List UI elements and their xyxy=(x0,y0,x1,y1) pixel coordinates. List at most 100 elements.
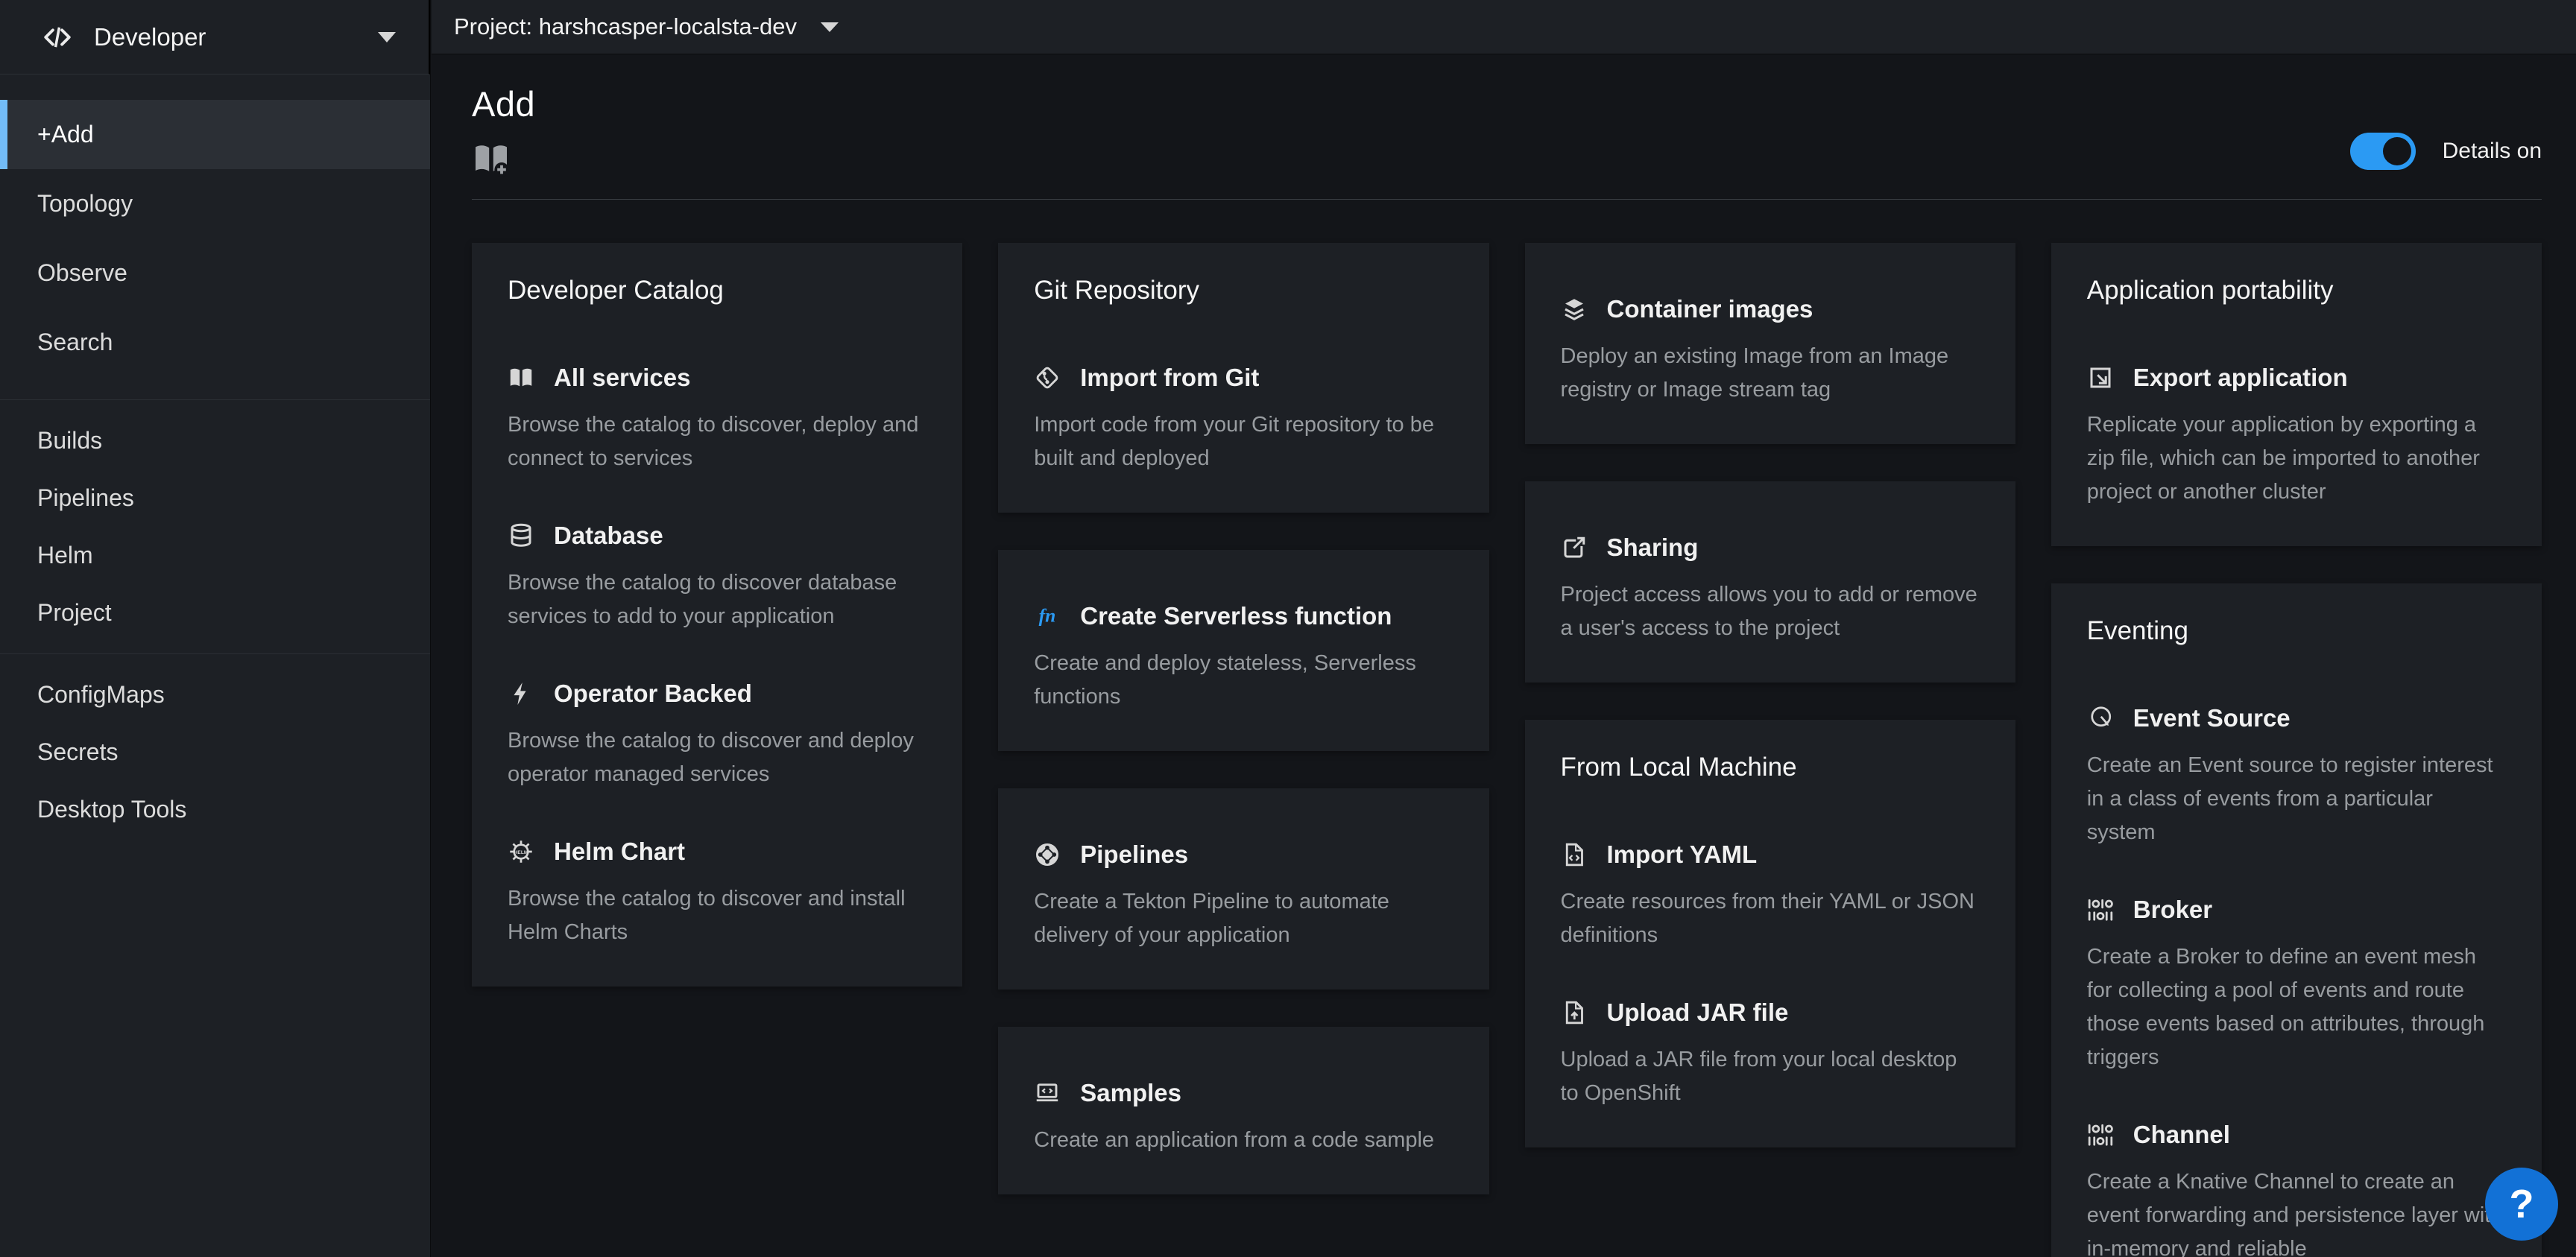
add-item-description: Deploy an existing Image from an Image r… xyxy=(1561,340,1980,407)
add-item-description: Browse the catalog to discover and insta… xyxy=(508,882,926,949)
bolt-icon xyxy=(508,680,534,707)
sidebar-item-builds[interactable]: Builds xyxy=(0,412,430,469)
card-title: Git Repository xyxy=(1034,276,1453,305)
sidebar-nav-group: ConfigMapsSecretsDesktop Tools xyxy=(0,653,430,850)
add-item-link-container-images[interactable]: Container images xyxy=(1561,295,1813,323)
add-item-link-create-serverless-function[interactable]: fn Create Serverless function xyxy=(1034,602,1392,630)
add-item-link-samples[interactable]: Samples xyxy=(1034,1079,1181,1107)
add-item-label: Broker xyxy=(2133,896,2212,924)
add-page: Add Details on Developer Catalog All serv… xyxy=(432,55,2576,1257)
add-item-link-import-yaml[interactable]: Import YAML xyxy=(1561,840,1758,869)
add-item-description: Create resources from their YAML or JSON… xyxy=(1561,885,1980,952)
add-item-helm-chart: HELM Helm Chart Browse the catalog to disc… xyxy=(508,838,926,949)
add-item-label: Pipelines xyxy=(1080,840,1188,869)
add-item-description: Create an Event source to register inter… xyxy=(2087,749,2506,849)
card-column-2: Git Repository Import from Git Import code… xyxy=(998,243,1489,1194)
project-selector[interactable]: Project: harshcasper-localsta-dev xyxy=(432,13,839,40)
pipelines-icon xyxy=(1034,841,1061,868)
add-item-description: Create a Tekton Pipeline to automate del… xyxy=(1034,885,1453,952)
sidebar-nav-group: +AddTopologyObserveSearch xyxy=(0,75,430,399)
add-item-label: Upload JAR file xyxy=(1607,998,1789,1027)
book-plus-icon[interactable] xyxy=(472,141,511,177)
sidebar-item-add[interactable]: +Add xyxy=(0,100,430,169)
card-title: From Local Machine xyxy=(1561,753,1980,782)
fn-icon: fn xyxy=(1034,603,1061,630)
card-title: Eventing xyxy=(2087,616,2506,646)
card-git-repository: Git Repository Import from Git Import code… xyxy=(998,243,1489,513)
details-toggle-label: Details on xyxy=(2443,139,2542,164)
code-icon xyxy=(42,22,73,53)
share-icon xyxy=(1561,534,1588,561)
add-item-label: Import from Git xyxy=(1080,364,1259,392)
sidebar-item-helm[interactable]: Helm xyxy=(0,527,430,584)
sidebar-item-pipelines[interactable]: Pipelines xyxy=(0,469,430,527)
card-column-3: Container images Deploy an existing Image… xyxy=(1525,243,2015,1147)
add-item-sharing: Sharing Project access allows you to add … xyxy=(1561,533,1980,645)
card-pipelines: Pipelines Create a Tekton Pipeline to aut… xyxy=(998,788,1489,990)
add-item-pipelines: Pipelines Create a Tekton Pipeline to aut… xyxy=(1034,840,1453,952)
project-bar: Project: harshcasper-localsta-dev xyxy=(432,0,2576,54)
add-item-import-yaml: Import YAML Create resources from their Y… xyxy=(1561,840,1980,952)
sidebar-nav: +AddTopologyObserveSearch BuildsPipelines… xyxy=(0,75,430,850)
add-item-label: Sharing xyxy=(1607,533,1699,562)
add-item-label: Helm Chart xyxy=(554,838,685,866)
card-column-1: Developer Catalog All services Browse the … xyxy=(472,243,962,987)
help-button[interactable]: ? xyxy=(2485,1168,2558,1241)
add-item-description: Upload a JAR file from your local deskto… xyxy=(1561,1043,1980,1110)
perspective-label: Developer xyxy=(94,23,206,51)
svg-text:HELM: HELM xyxy=(514,850,528,855)
git-icon xyxy=(1034,364,1061,391)
sidebar-item-search[interactable]: Search xyxy=(0,308,430,377)
card-title: Developer Catalog xyxy=(508,276,926,305)
add-item-link-import-from-git[interactable]: Import from Git xyxy=(1034,364,1259,392)
add-item-link-pipelines[interactable]: Pipelines xyxy=(1034,840,1188,869)
sidebar-item-topology[interactable]: Topology xyxy=(0,169,430,238)
add-item-link-broker[interactable]: Broker xyxy=(2087,896,2212,924)
add-item-export-application: Export applicationReplicate your applica… xyxy=(2087,364,2506,509)
sidebar-item-observe[interactable]: Observe xyxy=(0,238,430,308)
add-item-operator-backed: Operator Backed Browse the catalog to dis… xyxy=(508,680,926,791)
card-create-serverless-function: fn Create Serverless function Create and d… xyxy=(998,550,1489,751)
samples-icon xyxy=(1034,1080,1061,1106)
sidebar-item-configmaps[interactable]: ConfigMaps xyxy=(0,666,430,724)
add-item-description: Create and deploy stateless, Serverless … xyxy=(1034,647,1453,714)
details-switch[interactable] xyxy=(2350,133,2416,170)
add-item-link-channel[interactable]: Channel xyxy=(2087,1121,2230,1149)
card-application-portability: Application portability Export applicatio… xyxy=(2051,243,2542,546)
add-item-description: Create a Broker to define an event mesh … xyxy=(2087,940,2506,1074)
add-item-description: Project access allows you to add or remo… xyxy=(1561,578,1980,645)
add-item-description: Browse the catalog to discover and deplo… xyxy=(508,724,926,791)
add-item-link-database[interactable]: Database xyxy=(508,522,663,550)
add-item-label: Container images xyxy=(1607,295,1813,323)
add-item-event-source: Event Source Create an Event source to re… xyxy=(2087,704,2506,849)
card-container-images: Container images Deploy an existing Image… xyxy=(1525,243,2015,444)
chevron-down-icon xyxy=(378,32,396,42)
add-item-link-upload-jar-file[interactable]: Upload JAR file xyxy=(1561,998,1789,1027)
add-item-description: Import code from your Git repository to … xyxy=(1034,408,1453,475)
add-item-label: Create Serverless function xyxy=(1080,602,1392,630)
project-selector-label: Project: harshcasper-localsta-dev xyxy=(454,13,797,40)
sidebar-item-secrets[interactable]: Secrets xyxy=(0,724,430,781)
card-eventing: Eventing Event Source Create an Event sour… xyxy=(2051,583,2542,1257)
card-developer-catalog: Developer Catalog All services Browse the … xyxy=(472,243,962,987)
add-item-database: DatabaseBrowse the catalog to discover d… xyxy=(508,522,926,633)
perspective-switcher[interactable]: Developer xyxy=(0,0,430,75)
page-title: Add xyxy=(472,83,2542,124)
add-item-link-all-services[interactable]: All services xyxy=(508,364,690,392)
sidebar-item-desktop-tools[interactable]: Desktop Tools xyxy=(0,781,430,838)
add-item-link-export-application[interactable]: Export application xyxy=(2087,364,2348,392)
file-upload-icon xyxy=(1561,999,1588,1026)
card-column-4: Application portability Export applicatio… xyxy=(2051,243,2542,1257)
add-item-link-sharing[interactable]: Sharing xyxy=(1561,533,1699,562)
add-item-link-helm-chart[interactable]: HELM Helm Chart xyxy=(508,838,685,866)
sidebar: Developer +AddTopologyObserveSearch Build… xyxy=(0,0,431,1257)
add-item-broker: Broker Create a Broker to define an event… xyxy=(2087,896,2506,1074)
card-title: Application portability xyxy=(2087,276,2506,305)
add-item-description: Create an application from a code sample xyxy=(1034,1124,1453,1157)
file-code-icon xyxy=(1561,841,1588,868)
add-item-link-operator-backed[interactable]: Operator Backed xyxy=(508,680,752,708)
add-item-label: Channel xyxy=(2133,1121,2230,1149)
add-item-link-event-source[interactable]: Event Source xyxy=(2087,704,2291,732)
add-item-upload-jar-file: Upload JAR file Upload a JAR file from yo… xyxy=(1561,998,1980,1110)
sidebar-item-project[interactable]: Project xyxy=(0,584,430,642)
